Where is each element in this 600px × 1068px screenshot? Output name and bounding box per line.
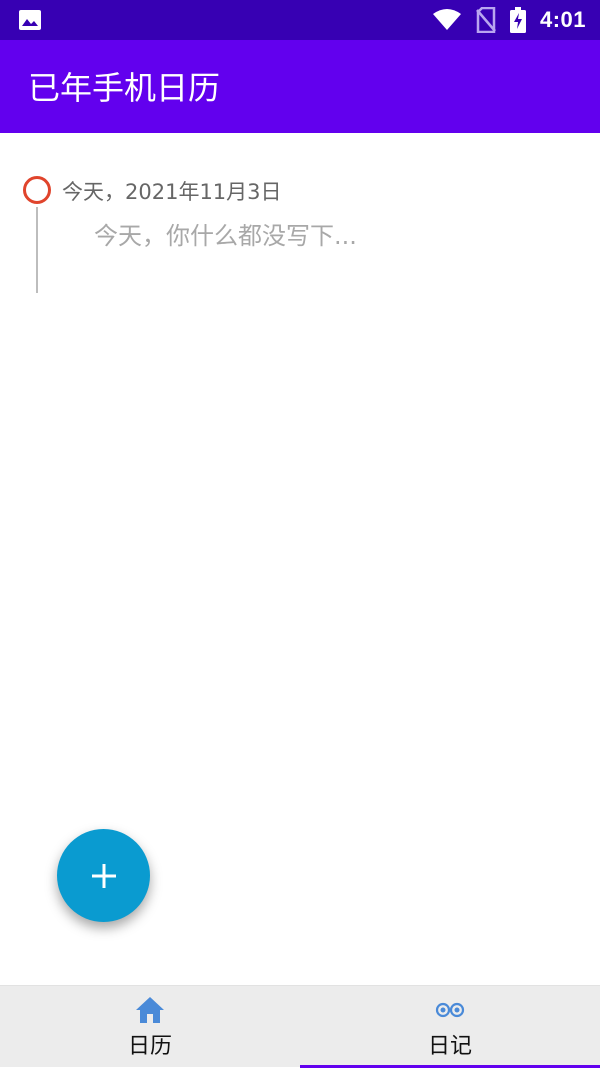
app-title: 已年手机日历 xyxy=(28,69,221,107)
timeline-line xyxy=(36,207,38,293)
status-icons: 4:01 xyxy=(432,0,586,40)
no-sim-icon xyxy=(476,7,496,33)
timeline-marker-icon xyxy=(23,176,51,204)
nav-item-calendar[interactable]: 日历 xyxy=(0,986,300,1068)
status-time: 4:01 xyxy=(539,7,586,32)
add-entry-button[interactable] xyxy=(57,829,150,922)
home-icon xyxy=(136,997,164,1023)
nav-item-diary[interactable]: 日记 xyxy=(300,986,600,1068)
app-bar: 已年手机日历 xyxy=(0,40,600,133)
timeline-entry-text[interactable]: 今天，你什么都没写下... xyxy=(94,219,357,253)
status-bar: 4:01 xyxy=(0,0,600,40)
image-icon xyxy=(19,10,41,30)
nav-label-diary: 日记 xyxy=(427,1034,472,1059)
diary-icon xyxy=(435,1002,465,1018)
bottom-navigation: 日历 日记 xyxy=(0,985,600,1068)
battery-charging-icon xyxy=(509,7,526,33)
wifi-icon xyxy=(432,9,461,30)
nav-label-calendar: 日历 xyxy=(127,1034,172,1059)
timeline-entry-date: 今天，2021年11月3日 xyxy=(62,180,282,204)
plus-icon xyxy=(91,863,116,888)
